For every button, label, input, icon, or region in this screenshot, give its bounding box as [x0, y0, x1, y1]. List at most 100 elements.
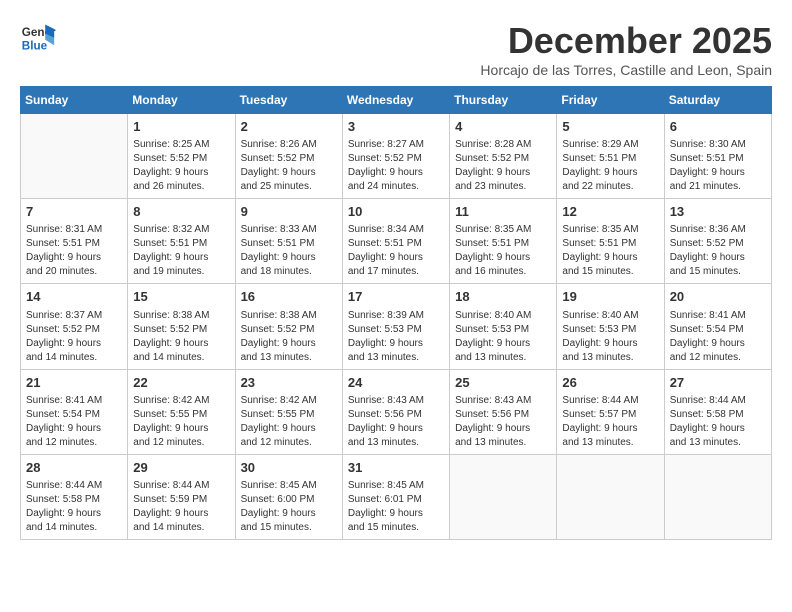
calendar-cell: 9Sunrise: 8:33 AM Sunset: 5:51 PM Daylig… [235, 199, 342, 284]
title-area: December 2025 Horcajo de las Torres, Cas… [480, 20, 772, 78]
day-header-friday: Friday [557, 87, 664, 114]
cell-info: Sunrise: 8:38 AM Sunset: 5:52 PM Dayligh… [133, 309, 229, 365]
calendar-cell: 11 Sunrise: 8:35 AM Sunset: 5:51 PM Dayli… [450, 199, 557, 284]
cell-info: Sunrise: 8:42 AM Sunset: 5:55 PM Dayligh… [241, 394, 337, 450]
calendar-cell: 8Sunrise: 8:32 AM Sunset: 5:51 PM Daylig… [128, 199, 235, 284]
cell-info: Sunrise: 8:35 AM Sunset: 5:51 PM Dayligh… [562, 223, 658, 279]
calendar-week-5: 28Sunrise: 8:44 AM Sunset: 5:58 PM Dayli… [21, 454, 772, 539]
calendar-cell: 31 Sunrise: 8:45 AM Sunset: 6:01 PM Dayli… [342, 454, 449, 539]
cell-info: Sunrise: 8:37 AM Sunset: 5:52 PM Dayligh… [26, 309, 122, 365]
calendar-cell: 27 Sunrise: 8:44 AM Sunset: 5:58 PM Dayli… [664, 369, 771, 454]
day-number: 27 [670, 374, 766, 392]
cell-info: Sunrise: 8:27 AM Sunset: 5:52 PM Dayligh… [348, 138, 444, 194]
day-number: 5 [562, 118, 658, 136]
subtitle: Horcajo de las Torres, Castille and Leon… [480, 62, 772, 78]
calendar-cell: 13 Sunrise: 8:36 AM Sunset: 5:52 PM Dayli… [664, 199, 771, 284]
cell-info: Sunrise: 8:35 AM Sunset: 5:51 PM Dayligh… [455, 223, 551, 279]
day-number: 26 [562, 374, 658, 392]
cell-info: Sunrise: 8:31 AM Sunset: 5:51 PM Dayligh… [26, 223, 122, 279]
calendar-cell [21, 114, 128, 199]
day-number: 23 [241, 374, 337, 392]
calendar-cell: 10 Sunrise: 8:34 AM Sunset: 5:51 PM Dayli… [342, 199, 449, 284]
day-header-saturday: Saturday [664, 87, 771, 114]
cell-info: Sunrise: 8:43 AM Sunset: 5:56 PM Dayligh… [455, 394, 551, 450]
calendar-cell: 29 Sunrise: 8:44 AM Sunset: 5:59 PM Dayli… [128, 454, 235, 539]
cell-info: Sunrise: 8:36 AM Sunset: 5:52 PM Dayligh… [670, 223, 766, 279]
calendar-cell: 15 Sunrise: 8:38 AM Sunset: 5:52 PM Dayli… [128, 284, 235, 369]
calendar-header-row: SundayMondayTuesdayWednesdayThursdayFrid… [21, 87, 772, 114]
calendar-cell: 21 Sunrise: 8:41 AM Sunset: 5:54 PM Dayli… [21, 369, 128, 454]
cell-info: Sunrise: 8:40 AM Sunset: 5:53 PM Dayligh… [562, 309, 658, 365]
calendar-cell: 28Sunrise: 8:44 AM Sunset: 5:58 PM Dayli… [21, 454, 128, 539]
day-header-thursday: Thursday [450, 87, 557, 114]
cell-info: Sunrise: 8:28 AM Sunset: 5:52 PM Dayligh… [455, 138, 551, 194]
calendar-cell: 24Sunrise: 8:43 AM Sunset: 5:56 PM Dayli… [342, 369, 449, 454]
calendar-cell: 22Sunrise: 8:42 AM Sunset: 5:55 PM Dayli… [128, 369, 235, 454]
day-header-tuesday: Tuesday [235, 87, 342, 114]
cell-info: Sunrise: 8:30 AM Sunset: 5:51 PM Dayligh… [670, 138, 766, 194]
day-number: 3 [348, 118, 444, 136]
day-number: 2 [241, 118, 337, 136]
calendar-body: 1 Sunrise: 8:25 AM Sunset: 5:52 PM Daylig… [21, 114, 772, 540]
calendar-cell: 3 Sunrise: 8:27 AM Sunset: 5:52 PM Daylig… [342, 114, 449, 199]
calendar-cell [664, 454, 771, 539]
cell-info: Sunrise: 8:44 AM Sunset: 5:58 PM Dayligh… [670, 394, 766, 450]
calendar-cell [557, 454, 664, 539]
cell-info: Sunrise: 8:45 AM Sunset: 6:01 PM Dayligh… [348, 479, 444, 535]
cell-info: Sunrise: 8:44 AM Sunset: 5:59 PM Dayligh… [133, 479, 229, 535]
day-number: 22 [133, 374, 229, 392]
day-header-monday: Monday [128, 87, 235, 114]
calendar-cell: 2 Sunrise: 8:26 AM Sunset: 5:52 PM Daylig… [235, 114, 342, 199]
calendar-cell: 18Sunrise: 8:40 AM Sunset: 5:53 PM Dayli… [450, 284, 557, 369]
calendar-cell: 19 Sunrise: 8:40 AM Sunset: 5:53 PM Dayli… [557, 284, 664, 369]
day-number: 30 [241, 459, 337, 477]
calendar-cell: 14Sunrise: 8:37 AM Sunset: 5:52 PM Dayli… [21, 284, 128, 369]
cell-info: Sunrise: 8:45 AM Sunset: 6:00 PM Dayligh… [241, 479, 337, 535]
cell-info: Sunrise: 8:29 AM Sunset: 5:51 PM Dayligh… [562, 138, 658, 194]
cell-info: Sunrise: 8:33 AM Sunset: 5:51 PM Dayligh… [241, 223, 337, 279]
day-number: 1 [133, 118, 229, 136]
cell-info: Sunrise: 8:25 AM Sunset: 5:52 PM Dayligh… [133, 138, 229, 194]
calendar-cell: 20 Sunrise: 8:41 AM Sunset: 5:54 PM Dayli… [664, 284, 771, 369]
cell-info: Sunrise: 8:39 AM Sunset: 5:53 PM Dayligh… [348, 309, 444, 365]
day-number: 12 [562, 203, 658, 221]
day-number: 11 [455, 203, 551, 221]
cell-info: Sunrise: 8:26 AM Sunset: 5:52 PM Dayligh… [241, 138, 337, 194]
calendar-cell: 25 Sunrise: 8:43 AM Sunset: 5:56 PM Dayli… [450, 369, 557, 454]
day-number: 13 [670, 203, 766, 221]
calendar-cell: 17 Sunrise: 8:39 AM Sunset: 5:53 PM Dayli… [342, 284, 449, 369]
day-number: 6 [670, 118, 766, 136]
cell-info: Sunrise: 8:34 AM Sunset: 5:51 PM Dayligh… [348, 223, 444, 279]
calendar-cell [450, 454, 557, 539]
day-number: 10 [348, 203, 444, 221]
day-number: 21 [26, 374, 122, 392]
day-number: 29 [133, 459, 229, 477]
day-number: 19 [562, 288, 658, 306]
calendar-table: SundayMondayTuesdayWednesdayThursdayFrid… [20, 86, 772, 540]
logo: General Blue [20, 20, 56, 56]
header: General Blue December 2025 Horcajo de la… [20, 20, 772, 78]
day-number: 20 [670, 288, 766, 306]
calendar-week-1: 1 Sunrise: 8:25 AM Sunset: 5:52 PM Daylig… [21, 114, 772, 199]
day-number: 31 [348, 459, 444, 477]
day-number: 25 [455, 374, 551, 392]
day-number: 17 [348, 288, 444, 306]
day-number: 15 [133, 288, 229, 306]
calendar-cell: 1 Sunrise: 8:25 AM Sunset: 5:52 PM Daylig… [128, 114, 235, 199]
calendar-cell: 6 Sunrise: 8:30 AM Sunset: 5:51 PM Daylig… [664, 114, 771, 199]
cell-info: Sunrise: 8:41 AM Sunset: 5:54 PM Dayligh… [670, 309, 766, 365]
cell-info: Sunrise: 8:40 AM Sunset: 5:53 PM Dayligh… [455, 309, 551, 365]
day-number: 4 [455, 118, 551, 136]
calendar-cell: 5 Sunrise: 8:29 AM Sunset: 5:51 PM Daylig… [557, 114, 664, 199]
cell-info: Sunrise: 8:41 AM Sunset: 5:54 PM Dayligh… [26, 394, 122, 450]
day-header-sunday: Sunday [21, 87, 128, 114]
calendar-cell: 30 Sunrise: 8:45 AM Sunset: 6:00 PM Dayli… [235, 454, 342, 539]
day-header-wednesday: Wednesday [342, 87, 449, 114]
cell-info: Sunrise: 8:44 AM Sunset: 5:57 PM Dayligh… [562, 394, 658, 450]
cell-info: Sunrise: 8:32 AM Sunset: 5:51 PM Dayligh… [133, 223, 229, 279]
calendar-cell: 4 Sunrise: 8:28 AM Sunset: 5:52 PM Daylig… [450, 114, 557, 199]
calendar-week-2: 7Sunrise: 8:31 AM Sunset: 5:51 PM Daylig… [21, 199, 772, 284]
day-number: 24 [348, 374, 444, 392]
calendar-cell: 16Sunrise: 8:38 AM Sunset: 5:52 PM Dayli… [235, 284, 342, 369]
calendar-week-4: 21 Sunrise: 8:41 AM Sunset: 5:54 PM Dayli… [21, 369, 772, 454]
